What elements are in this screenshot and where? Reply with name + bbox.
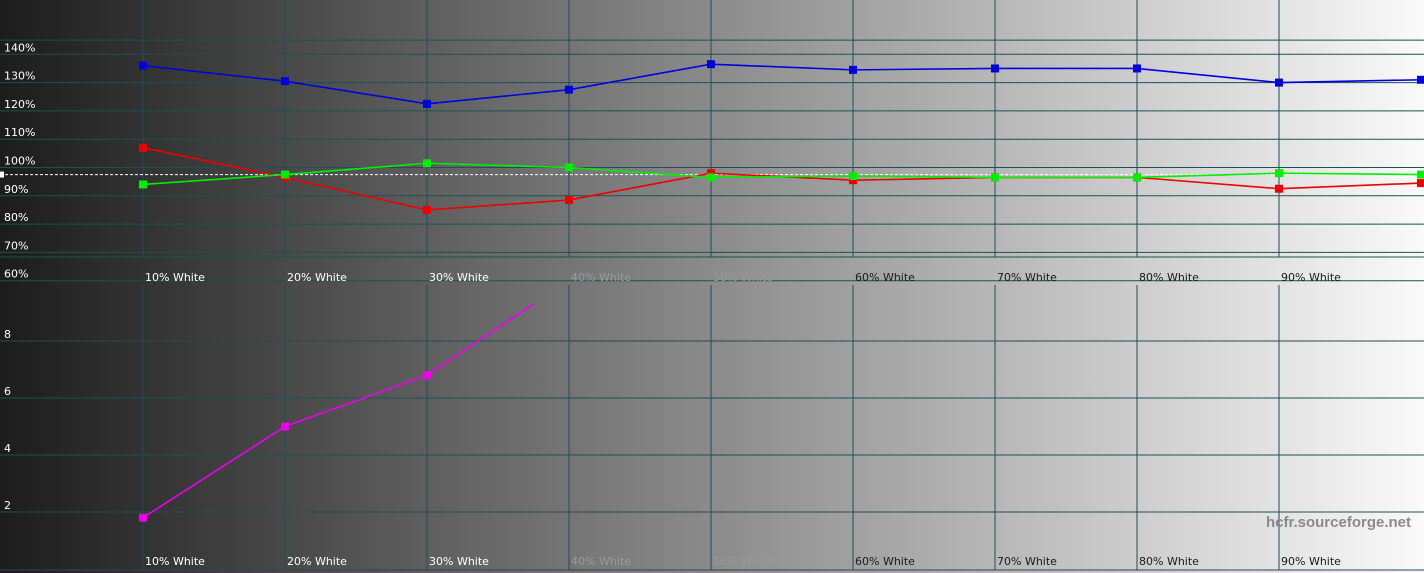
y-tick-label: 110% bbox=[4, 126, 35, 139]
data-point bbox=[281, 77, 289, 86]
data-point bbox=[139, 61, 147, 70]
data-point bbox=[1417, 179, 1424, 188]
x-tick-label: 50% White bbox=[713, 271, 773, 284]
y-tick-label: 140% bbox=[4, 41, 35, 54]
chart-background bbox=[0, 0, 1424, 573]
data-point bbox=[1417, 170, 1424, 179]
y-tick-label: 6 bbox=[4, 385, 11, 398]
y-tick-label: 60% bbox=[4, 268, 28, 281]
y-tick-label: 90% bbox=[4, 183, 28, 196]
data-point bbox=[849, 65, 857, 74]
data-point bbox=[139, 143, 147, 152]
y-tick-label: 130% bbox=[4, 70, 35, 83]
data-point bbox=[565, 163, 573, 172]
x-tick-label: 90% White bbox=[1281, 555, 1341, 568]
x-tick-label: 60% White bbox=[855, 555, 915, 568]
data-point bbox=[1275, 78, 1283, 87]
data-point bbox=[281, 170, 289, 179]
x-tick-label: 20% White bbox=[287, 555, 347, 568]
data-point bbox=[1275, 169, 1283, 178]
data-point bbox=[281, 422, 289, 431]
x-tick-label: 10% White bbox=[145, 271, 205, 284]
x-tick-label: 40% White bbox=[571, 271, 631, 284]
data-point bbox=[139, 513, 147, 522]
data-point bbox=[423, 205, 431, 214]
y-tick-label: 4 bbox=[4, 442, 11, 455]
x-tick-label: 50% White bbox=[713, 555, 773, 568]
y-tick-label: 70% bbox=[4, 239, 28, 252]
chart-canvas: 60% 70% 80% 90% 100% 110% 120% 130% 140% 10% Whit… bbox=[0, 0, 1424, 573]
x-tick-label: 90% White bbox=[1281, 271, 1341, 284]
data-point bbox=[991, 173, 999, 182]
y-tick-label: 100% bbox=[4, 155, 35, 168]
data-point bbox=[1417, 75, 1424, 84]
data-point bbox=[423, 159, 431, 168]
x-tick-label: 70% White bbox=[997, 271, 1057, 284]
y-tick-label: 8 bbox=[4, 328, 11, 341]
y-tick-label: 120% bbox=[4, 98, 35, 111]
data-point bbox=[1133, 173, 1141, 182]
x-tick-label: 80% White bbox=[1139, 555, 1199, 568]
y-tick-label: 2 bbox=[4, 499, 11, 512]
x-tick-label: 70% White bbox=[997, 555, 1057, 568]
x-tick-label: 80% White bbox=[1139, 271, 1199, 284]
data-point bbox=[423, 99, 431, 108]
data-point bbox=[849, 171, 857, 180]
watermark-text: hcfr.sourceforge.net bbox=[1266, 514, 1411, 531]
reference-marker bbox=[0, 171, 4, 178]
y-tick-label: 80% bbox=[4, 211, 28, 224]
x-tick-label: 40% White bbox=[571, 555, 631, 568]
data-point bbox=[991, 64, 999, 73]
data-point bbox=[1275, 184, 1283, 193]
x-tick-label: 60% White bbox=[855, 271, 915, 284]
x-tick-label: 10% White bbox=[145, 555, 205, 568]
data-point bbox=[707, 173, 715, 182]
x-tick-label: 20% White bbox=[287, 271, 347, 284]
x-tick-label: 30% White bbox=[429, 271, 489, 284]
data-point bbox=[565, 85, 573, 94]
data-point bbox=[707, 60, 715, 69]
data-point bbox=[1133, 64, 1141, 73]
data-point bbox=[565, 196, 573, 205]
data-point bbox=[423, 371, 431, 380]
x-tick-label: 30% White bbox=[429, 555, 489, 568]
data-point bbox=[139, 180, 147, 189]
